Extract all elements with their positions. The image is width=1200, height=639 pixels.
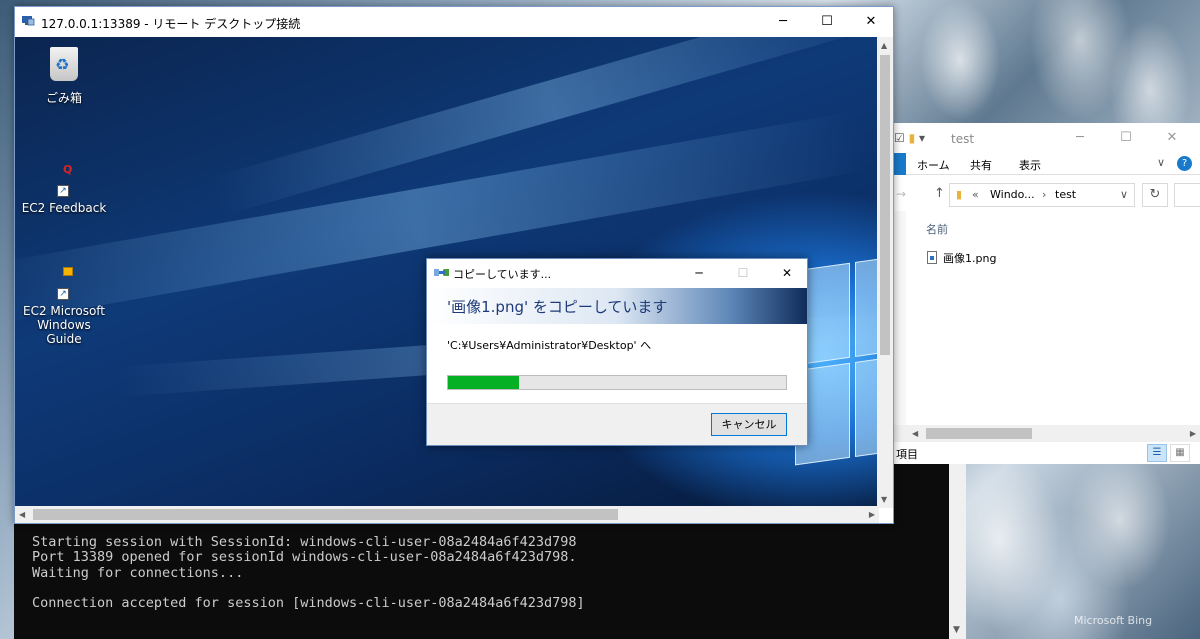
maximize-button[interactable]: ☐ xyxy=(1103,123,1149,153)
ribbon-expand-icon[interactable]: ∨ xyxy=(1157,156,1165,169)
folder-icon: ▮ xyxy=(908,131,916,145)
logo-pane xyxy=(855,354,879,457)
dialog-title: コピーしています... xyxy=(453,268,552,281)
horizontal-scrollbar[interactable]: ◀ ▶ xyxy=(15,506,879,523)
desktop-icon-recycle-bin[interactable]: ごみ箱 xyxy=(19,45,109,106)
navigation-bar: → ↑ ▮ « Windo... › test ∨ ↻ xyxy=(894,181,1200,211)
feedback-icon: Q ↗ xyxy=(46,159,82,197)
close-button[interactable]: ✕ xyxy=(1149,123,1195,153)
breadcrumb-segment[interactable]: Windo... xyxy=(990,188,1035,201)
guide-icon: ↗ xyxy=(46,262,82,300)
console-scrollbar[interactable]: ▼ xyxy=(949,440,966,639)
breadcrumb-segment[interactable]: test xyxy=(1055,188,1076,201)
tab-share[interactable]: 共有 xyxy=(970,157,992,173)
chevron-right-icon[interactable]: › xyxy=(1042,188,1046,201)
maximize-button: ☐ xyxy=(737,266,749,280)
dialog-titlebar[interactable]: コピーしています... ─ ☐ ✕ xyxy=(427,259,807,287)
folder-icon: ▮ xyxy=(956,188,963,201)
close-button[interactable]: ✕ xyxy=(849,7,893,37)
vertical-scrollbar[interactable]: ▲ ▼ xyxy=(877,37,893,508)
copy-icon xyxy=(434,269,449,276)
scroll-down-arrow-icon[interactable]: ▼ xyxy=(953,625,960,635)
status-text: 項目 xyxy=(896,448,918,461)
explorer-titlebar[interactable]: ☑ ▮ ▾ test ─ ☐ ✕ xyxy=(894,123,1200,153)
tab-home[interactable]: ホーム xyxy=(917,157,950,173)
shortcut-arrow-icon: ↗ xyxy=(57,185,69,197)
scroll-thumb[interactable] xyxy=(33,509,618,520)
help-icon[interactable]: ? xyxy=(1177,156,1192,171)
console-line: Starting session with SessionId: windows… xyxy=(32,534,577,550)
quick-access-toolbar[interactable]: ☑ ▮ ▾ xyxy=(894,131,925,145)
logo-pane xyxy=(855,254,879,357)
bing-watermark: Microsoft Bing xyxy=(1074,614,1153,627)
progress-fill xyxy=(448,376,519,389)
explorer-title: test xyxy=(951,132,975,146)
console-line: Waiting for connections... xyxy=(32,564,244,581)
rdp-titlebar[interactable]: 127.0.0.1:13389 - リモート デスクトップ接続 ─ ☐ ✕ xyxy=(15,7,893,37)
desktop-icon-ec2-feedback[interactable]: Q ↗ EC2 Feedback xyxy=(19,159,109,215)
file-name: 画像1.png xyxy=(943,252,997,265)
chevron-down-icon[interactable]: ∨ xyxy=(1120,188,1128,201)
properties-icon[interactable]: ☑ xyxy=(894,131,905,145)
chevron-down-icon[interactable]: ▾ xyxy=(919,131,925,145)
refresh-button[interactable]: ↻ xyxy=(1142,183,1168,207)
explorer-window[interactable]: ☑ ▮ ▾ test ─ ☐ ✕ ホーム 共有 表示 ∨ ? → ↑ ▮ « W… xyxy=(893,123,1200,464)
desktop-icon-label-line2: Windows Guide xyxy=(37,318,91,346)
horizontal-scrollbar[interactable]: ◀ ▶ xyxy=(894,425,1200,442)
scroll-right-arrow-icon[interactable]: ▶ xyxy=(869,510,875,519)
copy-heading: '画像1.png' をコピーしています xyxy=(447,298,668,316)
console-line: Port 13389 opened for sessionId windows-… xyxy=(32,549,577,566)
desktop-icon-ec2-windows-guide[interactable]: ↗ EC2 Microsoft Windows Guide xyxy=(19,262,109,346)
dialog-footer: キャンセル xyxy=(427,403,807,445)
large-icons-view-icon[interactable]: ▦ xyxy=(1170,444,1190,462)
console-line: Connection accepted for session [windows… xyxy=(32,595,585,612)
forward-arrow-icon[interactable]: → xyxy=(896,187,906,201)
desktop-icon-label: ごみ箱 xyxy=(45,91,82,105)
details-view-icon[interactable]: ☰ xyxy=(1147,444,1167,462)
progress-bar xyxy=(447,375,787,390)
address-bar[interactable]: ▮ « Windo... › test ∨ xyxy=(949,183,1135,207)
remote-desktop-icon xyxy=(22,16,35,26)
copy-destination: 'C:¥Users¥Administrator¥Desktop' へ xyxy=(447,339,652,352)
dialog-banner: '画像1.png' をコピーしています xyxy=(427,288,807,324)
file-tab[interactable] xyxy=(894,153,906,175)
address-overflow[interactable]: « xyxy=(972,188,979,201)
navigation-pane[interactable] xyxy=(894,211,906,425)
list-item[interactable]: 画像1.png xyxy=(927,250,996,266)
window-title: 127.0.0.1:13389 - リモート デスクトップ接続 xyxy=(41,17,301,31)
scroll-left-arrow-icon[interactable]: ◀ xyxy=(19,510,25,519)
minimize-button[interactable]: ─ xyxy=(1057,123,1103,153)
status-bar: 項目 ☰ ▦ xyxy=(894,442,1200,464)
scroll-up-arrow-icon[interactable]: ▲ xyxy=(881,41,887,50)
maximize-button[interactable]: ☐ xyxy=(805,7,849,37)
tab-view[interactable]: 表示 xyxy=(1019,157,1041,173)
desktop-icon-label-line1: EC2 Microsoft xyxy=(22,304,106,318)
cancel-button[interactable]: キャンセル xyxy=(711,413,787,436)
image-file-icon xyxy=(927,251,937,264)
minimize-button[interactable]: ─ xyxy=(761,7,805,37)
desktop-icon-label: EC2 Feedback xyxy=(21,201,107,215)
copy-progress-dialog[interactable]: コピーしています... ─ ☐ ✕ '画像1.png' をコピーしています 'C… xyxy=(426,258,808,446)
column-header-name[interactable]: 名前 xyxy=(926,221,948,237)
console-output: Starting session with SessionId: windows… xyxy=(32,534,585,612)
scroll-thumb[interactable] xyxy=(880,55,890,355)
close-button[interactable]: ✕ xyxy=(765,259,809,287)
search-input[interactable] xyxy=(1174,183,1200,207)
scroll-thumb[interactable] xyxy=(926,428,1032,439)
ribbon: ホーム 共有 表示 ∨ ? xyxy=(894,153,1200,175)
minimize-button[interactable]: ─ xyxy=(677,259,721,287)
up-arrow-icon[interactable]: ↑ xyxy=(934,186,945,201)
scroll-left-arrow-icon[interactable]: ◀ xyxy=(912,429,918,438)
recycle-bin-icon xyxy=(46,47,82,85)
scroll-right-arrow-icon[interactable]: ▶ xyxy=(1190,429,1196,438)
shortcut-arrow-icon: ↗ xyxy=(57,288,69,300)
scroll-down-arrow-icon[interactable]: ▼ xyxy=(881,495,887,504)
